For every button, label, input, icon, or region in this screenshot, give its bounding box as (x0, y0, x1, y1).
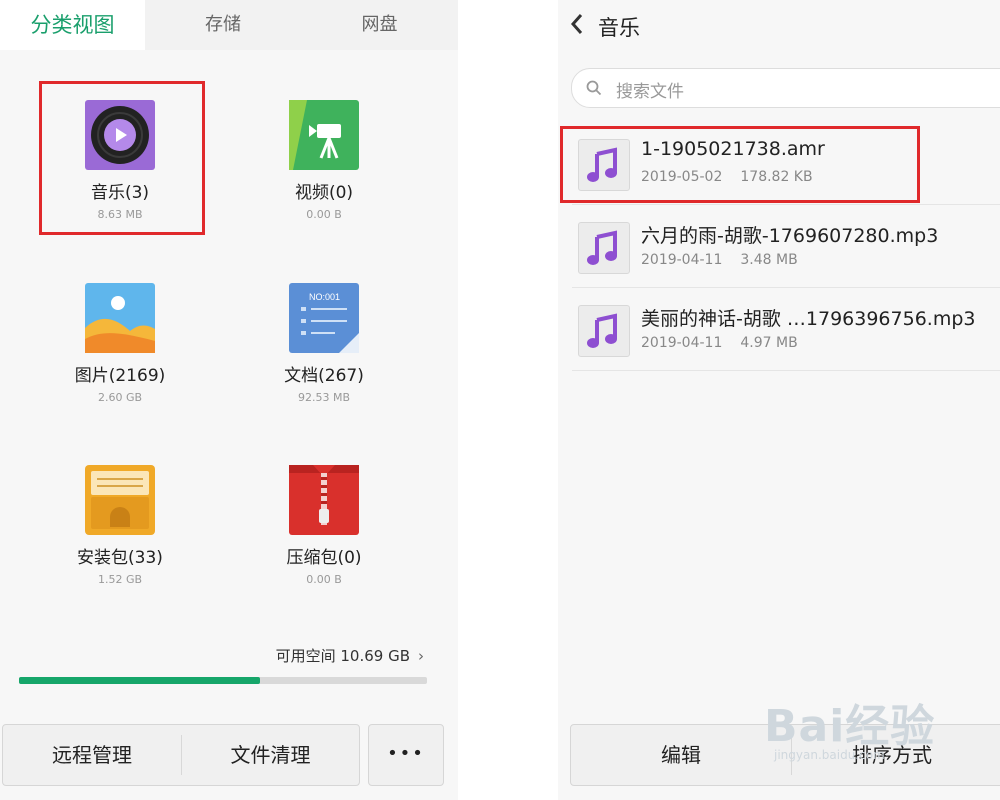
category-size: 0.00 B (306, 208, 342, 221)
search-box[interactable]: 搜索文件 (571, 68, 1000, 108)
category-label: 视频(0) (294, 183, 354, 203)
watermark-brand: Bai经验 (764, 701, 936, 752)
back-arrow-icon[interactable] (570, 12, 584, 42)
document-icon: NO:001 (289, 283, 359, 353)
divider (572, 370, 1000, 371)
category-size: 0.00 B (306, 573, 342, 586)
category-video[interactable]: 视频(0) 0.00 B (244, 100, 404, 221)
edit-button[interactable]: 编辑 (571, 725, 791, 785)
divider (572, 287, 1000, 288)
highlight-box-file (560, 126, 920, 203)
music-note-icon (578, 222, 630, 274)
category-label: 压缩包(0) (286, 548, 362, 568)
file-size: 4.97 MB (740, 335, 798, 351)
more-button[interactable]: ••• (368, 724, 444, 786)
category-documents[interactable]: NO:001 文档(267) 92.53 MB (244, 283, 404, 404)
search-input[interactable]: 搜索文件 (616, 77, 684, 102)
file-name: 六月的雨-胡歌-1769607280.mp3 (641, 225, 939, 247)
file-row[interactable]: 美丽的神话-胡歌 …1796396756.mp3 2019-04-11 4.97 … (558, 289, 1000, 371)
file-name: 美丽的神话-胡歌 …1796396756.mp3 (641, 308, 976, 330)
category-label: 图片(2169) (74, 366, 166, 386)
chevron-right-icon: › (418, 647, 424, 665)
divider (572, 204, 1000, 205)
free-space-label: 可用空间 10.69 GB (275, 647, 410, 665)
tab-bar: 分类视图 存储 网盘 (0, 0, 458, 50)
video-camera-icon (289, 100, 359, 170)
music-list-panel: 音乐 搜索文件 1-1905021738.amr 2019-05-02 178.8… (558, 0, 1000, 800)
category-view-panel: 分类视图 存储 网盘 音乐(3) 8.63 MB 视频(0) 0.00 B 图片… (0, 0, 458, 800)
tab-storage[interactable]: 存储 (145, 0, 301, 50)
document-tag: NO:001 (309, 292, 340, 302)
picture-icon (85, 283, 155, 353)
file-meta: 2019-04-11 3.48 MB (641, 252, 816, 268)
file-size: 3.48 MB (740, 252, 798, 268)
free-space-link[interactable]: 可用空间 10.69 GB › (276, 645, 424, 666)
highlight-box-music (39, 81, 205, 235)
file-date: 2019-04-11 (641, 252, 723, 268)
category-size: 92.53 MB (297, 391, 351, 404)
category-size: 2.60 GB (97, 391, 143, 404)
category-zip[interactable]: 压缩包(0) 0.00 B (244, 465, 404, 586)
apk-package-icon (85, 465, 155, 535)
file-clean-button[interactable]: 文件清理 (182, 725, 359, 785)
remote-manage-button[interactable]: 远程管理 (3, 725, 181, 785)
category-label: 安装包(33) (77, 548, 163, 568)
music-note-icon (578, 305, 630, 357)
file-date: 2019-04-11 (641, 335, 723, 351)
storage-usage-bar (19, 677, 427, 684)
file-row[interactable]: 六月的雨-胡歌-1769607280.mp3 2019-04-11 3.48 MB (558, 206, 1000, 288)
baidu-jingyan-watermark: Bai经验 jingyan.baidu.com (764, 690, 935, 762)
tab-cloud-drive[interactable]: 网盘 (301, 0, 458, 50)
file-meta: 2019-04-11 4.97 MB (641, 335, 816, 351)
page-title: 音乐 (598, 16, 640, 40)
header: 音乐 (558, 0, 1000, 50)
category-size: 1.52 GB (97, 573, 143, 586)
search-icon (586, 80, 602, 96)
bottom-action-group: 远程管理 文件清理 (2, 724, 360, 786)
category-pictures[interactable]: 图片(2169) 2.60 GB (40, 283, 200, 404)
category-apk[interactable]: 安装包(33) 1.52 GB (40, 465, 200, 586)
zip-archive-icon (289, 465, 359, 535)
tab-category-view[interactable]: 分类视图 (0, 0, 145, 50)
category-label: 文档(267) (284, 366, 364, 386)
storage-usage-fill (19, 677, 260, 684)
